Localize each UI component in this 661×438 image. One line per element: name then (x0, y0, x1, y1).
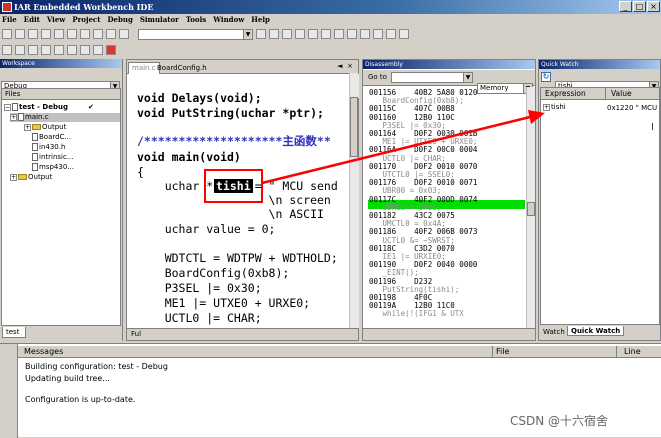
messages-gripper (0, 344, 18, 438)
watermark: CSDN @十六宿舍 (510, 414, 609, 428)
arrow-shaft (261, 115, 531, 185)
col-file: File (496, 347, 510, 356)
col-line: Line (624, 347, 641, 356)
col-divider (616, 346, 617, 357)
col-messages: Messages (24, 347, 64, 356)
message-line-2: Updating build tree... (25, 374, 110, 383)
arrow-head (528, 110, 545, 124)
message-line-1: Building configuration: test - Debug (25, 362, 168, 371)
message-line-4: Configuration is up-to-date. (25, 395, 136, 404)
messages-header: Messages File Line (18, 346, 661, 358)
col-divider (492, 346, 493, 357)
